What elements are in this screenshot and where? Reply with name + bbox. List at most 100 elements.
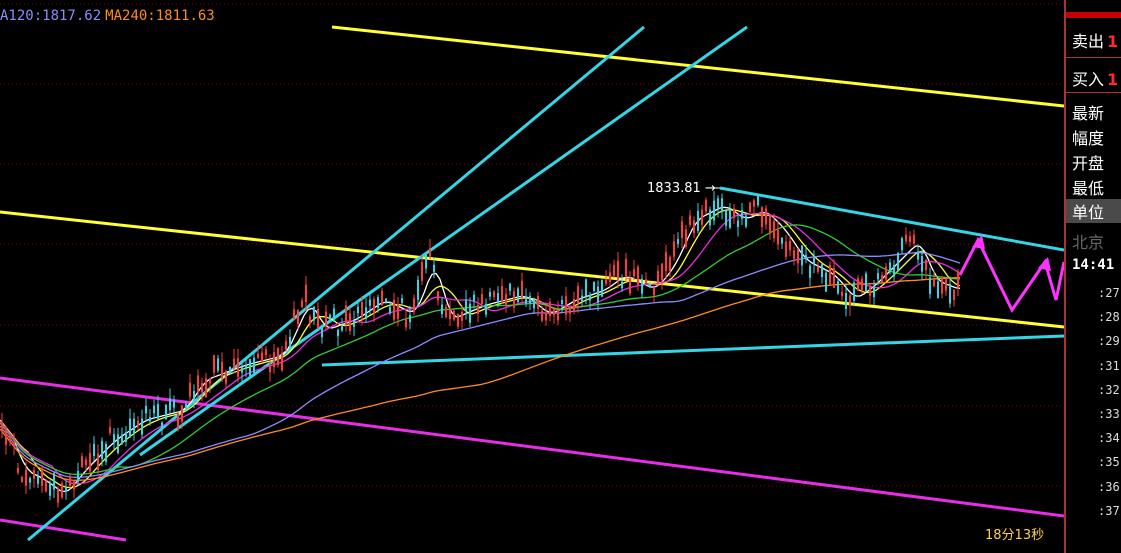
candle-body	[73, 480, 75, 490]
candle-body	[701, 209, 703, 225]
candle-body	[461, 312, 463, 321]
candle-body	[249, 359, 251, 376]
candle-body	[549, 302, 551, 317]
candle-body	[885, 266, 887, 280]
candle-body	[393, 299, 395, 320]
candle-body	[245, 364, 247, 369]
candle-body	[117, 434, 119, 454]
candle-body	[625, 258, 627, 277]
field-beijing: 北京	[1072, 233, 1105, 252]
candle-body	[137, 420, 139, 426]
candle-body	[433, 264, 435, 273]
quote-panel: 卖出 1 买入 1 最新 幅度 开盘 最低 单位 北京 14:41 :27:28:2…	[1064, 0, 1121, 553]
buy-label: 买入	[1072, 70, 1105, 89]
time-tick: :28	[1098, 310, 1120, 325]
field-open: 开盘	[1072, 154, 1105, 173]
candle-body	[157, 404, 159, 419]
candle-body	[301, 300, 303, 308]
candle-body	[9, 435, 11, 443]
candle-body	[345, 305, 347, 325]
kline-chart[interactable]: A120:1817.62 MA240:1811.63 1833.81 → 18分1…	[0, 0, 1064, 553]
panel-top-bar	[1066, 12, 1121, 18]
candle-body	[949, 283, 951, 304]
candle-body	[121, 434, 123, 444]
candle-body	[481, 294, 483, 305]
candle-body	[853, 282, 855, 301]
candle-body	[53, 473, 55, 490]
candle-body	[661, 263, 663, 281]
candle-body	[729, 209, 731, 228]
candle-body	[557, 309, 559, 321]
candle-body	[593, 282, 595, 291]
candle-body	[45, 481, 47, 492]
candle-body	[493, 291, 495, 298]
candle-body	[369, 299, 371, 306]
trendline	[0, 376, 1064, 518]
candle-body	[721, 198, 723, 212]
candle-body	[65, 488, 67, 493]
candle-body	[713, 200, 715, 221]
candle-body	[317, 309, 319, 329]
candle-body	[85, 459, 87, 466]
candle-body	[421, 262, 423, 282]
candle-body	[69, 476, 71, 486]
forecast-path	[958, 236, 1064, 313]
candle-body	[689, 215, 691, 226]
candle-body	[929, 277, 931, 294]
candle-body	[469, 303, 471, 323]
candle-body	[445, 306, 447, 317]
candle-body	[285, 341, 287, 350]
candle-body	[221, 361, 223, 379]
field-low: 最低	[1072, 179, 1105, 198]
candle-body	[649, 283, 651, 288]
candle-body	[909, 236, 911, 242]
buy-row[interactable]: 买入 1	[1072, 66, 1118, 90]
candle-body	[141, 418, 143, 435]
candle-body	[957, 271, 959, 288]
time-tick: :27	[1098, 286, 1120, 300]
candle-body	[385, 298, 387, 303]
candle-body	[293, 309, 295, 320]
candle-body	[529, 296, 531, 304]
candle-body	[797, 249, 799, 264]
candle-body	[453, 310, 455, 320]
divider	[1066, 92, 1121, 93]
chart-canvas[interactable]	[0, 0, 1064, 553]
candle-body	[705, 199, 707, 212]
candle-body	[641, 278, 643, 294]
countdown-timer: 18分13秒	[985, 528, 1045, 543]
candle-body	[837, 281, 839, 294]
candle-body	[97, 453, 99, 470]
time-tick: :31	[1098, 358, 1120, 373]
candlesticks	[1, 190, 959, 508]
candle-body	[357, 306, 359, 314]
candle-body	[33, 470, 35, 479]
candle-body	[161, 422, 163, 429]
candle-body	[241, 367, 243, 373]
candle-body	[337, 329, 339, 337]
candle-body	[597, 286, 599, 303]
trendline	[139, 25, 748, 457]
candle-body	[165, 404, 167, 420]
candle-body	[769, 215, 771, 234]
candle-body	[605, 279, 607, 284]
candle-body	[561, 299, 563, 305]
candle-body	[153, 405, 155, 414]
trendline	[0, 210, 1064, 329]
candle-body	[665, 251, 667, 272]
candle-body	[25, 469, 27, 486]
field-range: 幅度	[1072, 129, 1105, 148]
ma-legend: A120:1817.62 MA240:1811.63	[0, 8, 215, 24]
time-tick: :29	[1098, 334, 1120, 349]
candle-body	[381, 290, 383, 306]
candle-body	[849, 295, 851, 306]
candle-body	[329, 314, 331, 323]
candle-body	[753, 200, 755, 207]
candle-body	[61, 483, 63, 498]
candle-body	[321, 325, 323, 338]
field-unit[interactable]: 单位	[1066, 199, 1121, 223]
candle-body	[565, 296, 567, 315]
candle-body	[189, 382, 191, 397]
candle-body	[313, 306, 315, 321]
sell-row[interactable]: 卖出 1	[1072, 28, 1118, 52]
